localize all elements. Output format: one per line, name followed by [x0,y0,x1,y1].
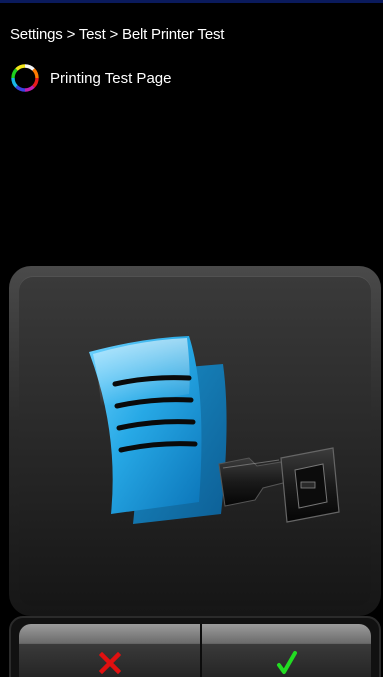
illustration-panel [9,266,381,616]
breadcrumb: Settings > Test > Belt Printer Test [10,26,225,43]
illustration-panel-inner [19,276,371,606]
cancel-button[interactable] [19,624,200,677]
status-row: Printing Test Page [10,63,171,93]
belt-printer-test-screen: Settings > Test > Belt Printer Test Prin… [0,0,383,677]
confirm-button[interactable] [202,624,371,677]
status-text: Printing Test Page [50,69,172,87]
belt-printer-icon [89,336,340,524]
confirm-check-icon [276,651,297,674]
action-button-bar [9,616,381,677]
busy-spinner-icon [11,64,39,92]
cancel-x-icon [98,652,121,674]
